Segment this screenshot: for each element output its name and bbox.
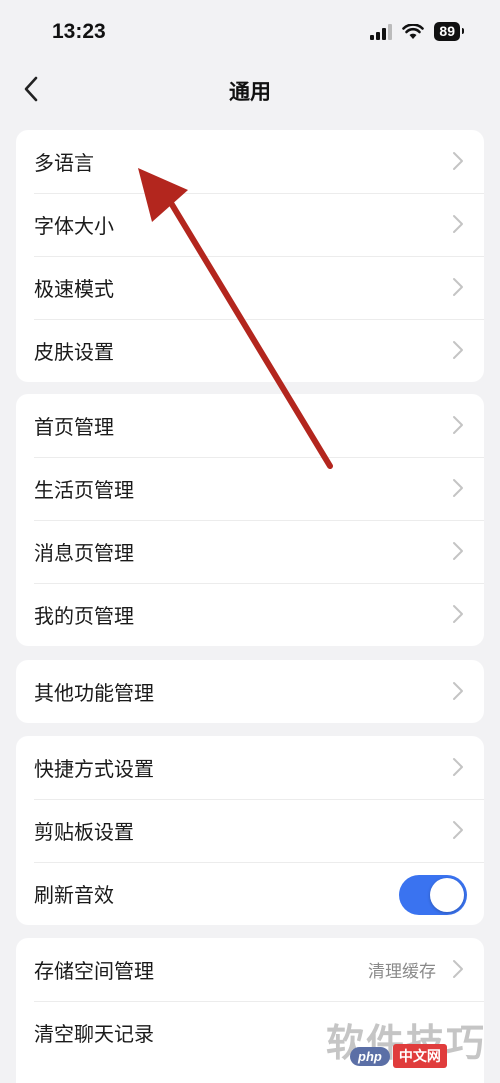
nav-bar: 通用 <box>0 64 500 116</box>
row-label: 快捷方式设置 <box>34 757 154 781</box>
settings-group-shortcuts: 快捷方式设置 剪贴板设置 刷新音效 <box>16 736 484 925</box>
row-label: 刷新音效 <box>34 883 114 907</box>
php-logo: php <box>350 1046 390 1066</box>
chevron-right-icon <box>453 758 463 776</box>
chevron-right-icon <box>453 960 463 978</box>
settings-row-language[interactable]: 多语言 <box>16 130 484 193</box>
settings-row-message-page[interactable]: 消息页管理 <box>16 520 484 583</box>
row-label: 清空聊天记录 <box>34 1022 154 1046</box>
chevron-right-icon <box>453 542 463 560</box>
wifi-icon <box>402 23 425 39</box>
row-label: 字体大小 <box>34 214 114 238</box>
settings-row-refresh-sound: 刷新音效 <box>16 862 484 925</box>
status-icons: 89 <box>370 22 464 41</box>
row-label: 剪贴板设置 <box>34 820 134 844</box>
chevron-right-icon <box>453 416 463 434</box>
cellular-signal-icon <box>370 23 393 40</box>
row-label: 其他功能管理 <box>34 681 154 705</box>
row-label: 存储空间管理 <box>34 959 154 983</box>
chevron-right-icon <box>453 278 463 296</box>
badge-text: 中文网 <box>392 1044 447 1068</box>
settings-row-life-page[interactable]: 生活页管理 <box>16 457 484 520</box>
chevron-right-icon <box>453 479 463 497</box>
status-bar: 13:23 89 <box>0 0 500 64</box>
chevron-right-icon <box>453 215 463 233</box>
watermark-badge: php 中文网 <box>350 1044 447 1068</box>
row-label: 皮肤设置 <box>34 340 114 364</box>
row-label: 我的页管理 <box>34 604 134 628</box>
settings-row-clipboard[interactable]: 剪贴板设置 <box>16 799 484 862</box>
chevron-right-icon <box>453 682 463 700</box>
status-time: 13:23 <box>52 20 106 43</box>
row-label: 消息页管理 <box>34 541 134 565</box>
settings-group-display: 多语言 字体大小 极速模式 皮肤设置 <box>16 130 484 382</box>
battery-icon: 89 <box>434 22 464 41</box>
settings-row-storage[interactable]: 存储空间管理 清理缓存 <box>16 938 484 1001</box>
row-label: 首页管理 <box>34 415 114 439</box>
row-value: 清理缓存 <box>368 962 436 982</box>
chevron-right-icon <box>453 341 463 359</box>
row-label: 生活页管理 <box>34 478 134 502</box>
settings-row-skin[interactable]: 皮肤设置 <box>16 319 484 382</box>
settings-group-other: 其他功能管理 <box>16 660 484 723</box>
chevron-right-icon <box>453 821 463 839</box>
settings-row-speed-mode[interactable]: 极速模式 <box>16 256 484 319</box>
refresh-sound-toggle[interactable] <box>399 875 467 915</box>
settings-row-my-page[interactable]: 我的页管理 <box>16 583 484 646</box>
chevron-right-icon <box>453 605 463 623</box>
row-label: 极速模式 <box>34 277 114 301</box>
settings-row-home-page[interactable]: 首页管理 <box>16 394 484 457</box>
toggle-knob <box>430 878 464 912</box>
settings-row-font-size[interactable]: 字体大小 <box>16 193 484 256</box>
settings-row-shortcuts[interactable]: 快捷方式设置 <box>16 736 484 799</box>
settings-group-pages: 首页管理 生活页管理 消息页管理 我的页管理 <box>16 394 484 646</box>
settings-row-other-features[interactable]: 其他功能管理 <box>16 660 484 723</box>
page-title: 通用 <box>229 80 271 104</box>
chevron-right-icon <box>453 152 463 170</box>
row-label: 多语言 <box>34 151 94 175</box>
